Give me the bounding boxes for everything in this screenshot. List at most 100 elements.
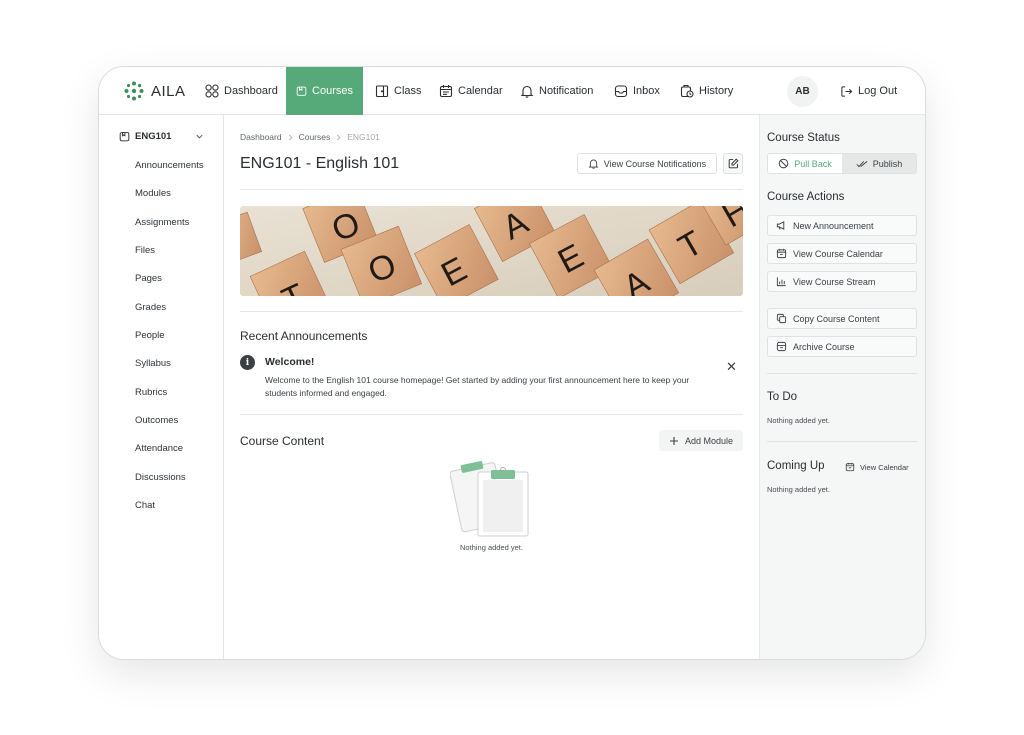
action-label: View Course Calendar xyxy=(793,248,883,259)
empty-state-text: Nothing added yet. xyxy=(460,543,523,552)
sidebar-item-outcomes[interactable]: Outcomes xyxy=(135,415,178,426)
breadcrumb-dashboard[interactable]: Dashboard xyxy=(240,132,282,142)
view-notifications-label: View Course Notifications xyxy=(603,158,707,169)
breadcrumb: Dashboard Courses ENG101 xyxy=(240,132,380,142)
pull-back-button[interactable]: Pull Back xyxy=(768,154,842,173)
close-icon[interactable]: ✕ xyxy=(726,359,737,375)
sidebar-item-announcements[interactable]: Announcements xyxy=(135,160,204,171)
course-status-heading: Course Status xyxy=(767,132,840,144)
announcement-body: Welcome to the English 101 course homepa… xyxy=(265,375,690,398)
bell-icon xyxy=(520,85,534,98)
view-calendar-label: View Calendar xyxy=(860,462,909,472)
course-sidebar: ENG101 Announcements Modules Assignments… xyxy=(99,115,224,659)
view-course-stream-button[interactable]: View Course Stream xyxy=(767,271,917,292)
course-selector[interactable]: ENG101 xyxy=(119,131,204,142)
bell-icon xyxy=(588,159,599,169)
course-banner-image: O O E A E A T H T xyxy=(240,206,743,296)
nav-courses[interactable]: Courses xyxy=(286,67,363,115)
view-course-notifications-button[interactable]: View Course Notifications xyxy=(577,153,717,174)
view-calendar-link[interactable]: View Calendar xyxy=(845,462,909,472)
class-door-icon xyxy=(375,85,389,98)
divider xyxy=(240,311,743,312)
sidebar-item-attendance[interactable]: Attendance xyxy=(135,443,183,454)
edit-pencil-icon xyxy=(728,158,738,169)
edit-course-button[interactable] xyxy=(723,153,743,174)
action-label: Copy Course Content xyxy=(793,313,880,324)
nav-label: Notification xyxy=(539,85,594,97)
publish-button[interactable]: Publish xyxy=(842,154,916,173)
copy-icon xyxy=(776,313,787,324)
copy-course-content-button[interactable]: Copy Course Content xyxy=(767,308,917,329)
calendar-icon xyxy=(776,248,787,259)
course-status-toggle: Pull Back Publish xyxy=(767,153,917,174)
empty-clipboard-icon xyxy=(450,461,529,537)
inbox-tray-icon xyxy=(614,85,628,98)
sidebar-item-chat[interactable]: Chat xyxy=(135,500,155,511)
ban-icon xyxy=(778,158,789,169)
nav-label: Class xyxy=(394,85,422,97)
announcement-title[interactable]: Welcome! xyxy=(265,356,314,368)
course-book-icon xyxy=(119,132,130,142)
new-announcement-button[interactable]: New Announcement xyxy=(767,215,917,236)
grid-circles-icon xyxy=(205,84,219,98)
aila-logo-icon xyxy=(124,81,144,101)
nav-calendar[interactable]: Calendar xyxy=(439,67,503,115)
plus-icon xyxy=(669,436,678,445)
nav-label: Dashboard xyxy=(224,85,278,97)
chevron-right-icon xyxy=(288,134,293,140)
archive-course-button[interactable]: Archive Course xyxy=(767,336,917,357)
archive-icon xyxy=(776,341,787,352)
logout-button[interactable]: Log Out xyxy=(840,67,897,115)
nav-history[interactable]: History xyxy=(680,67,733,115)
view-course-calendar-button[interactable]: View Course Calendar xyxy=(767,243,917,264)
pull-back-label: Pull Back xyxy=(794,158,832,169)
divider xyxy=(767,373,917,374)
sidebar-item-discussions[interactable]: Discussions xyxy=(135,472,186,483)
nav-label: Courses xyxy=(312,85,353,97)
nav-label: Calendar xyxy=(458,85,503,97)
add-module-label: Add Module xyxy=(684,435,734,446)
calendar-icon xyxy=(439,85,453,98)
sidebar-item-files[interactable]: Files xyxy=(135,245,155,256)
add-module-button[interactable]: Add Module xyxy=(659,430,743,451)
nav-class[interactable]: Class xyxy=(375,67,422,115)
info-icon: i xyxy=(240,355,255,370)
divider xyxy=(240,189,743,190)
megaphone-icon xyxy=(776,221,785,230)
sidebar-item-people[interactable]: People xyxy=(135,330,165,341)
breadcrumb-current: ENG101 xyxy=(347,132,380,142)
breadcrumb-courses[interactable]: Courses xyxy=(299,132,331,142)
sidebar-item-modules[interactable]: Modules xyxy=(135,188,171,199)
coming-up-empty-text: Nothing added yet. xyxy=(767,485,830,494)
bar-chart-icon xyxy=(776,277,786,287)
logout-icon xyxy=(841,85,853,97)
main-content: Dashboard Courses ENG101 ENG101 - Englis… xyxy=(224,115,759,659)
calendar-icon xyxy=(845,462,855,472)
nav-notification[interactable]: Notification xyxy=(520,67,593,115)
action-label: New Announcement xyxy=(793,220,874,231)
app-logo[interactable]: AILA xyxy=(123,80,186,102)
publish-label: Publish xyxy=(872,158,903,169)
user-avatar[interactable]: AB xyxy=(787,76,818,107)
course-actions-heading: Course Actions xyxy=(767,191,845,203)
chevron-right-icon xyxy=(337,134,341,140)
divider xyxy=(240,414,743,415)
sidebar-item-assignments[interactable]: Assignments xyxy=(135,217,189,228)
app-frame: AILA Dashboard Courses Class Calendar No… xyxy=(98,66,926,660)
nav-dashboard[interactable]: Dashboard xyxy=(205,67,278,115)
sidebar-item-rubrics[interactable]: Rubrics xyxy=(135,387,167,398)
nav-inbox[interactable]: Inbox xyxy=(614,67,660,115)
sidebar-item-grades[interactable]: Grades xyxy=(135,302,166,313)
todo-empty-text: Nothing added yet. xyxy=(767,416,830,425)
divider xyxy=(767,441,917,442)
sidebar-item-syllabus[interactable]: Syllabus xyxy=(135,358,171,369)
recent-announcements-heading: Recent Announcements xyxy=(240,329,368,343)
course-book-icon xyxy=(296,86,307,96)
logout-label: Log Out xyxy=(858,85,898,97)
top-navbar: AILA Dashboard Courses Class Calendar No… xyxy=(99,67,925,115)
sidebar-item-pages[interactable]: Pages xyxy=(135,273,162,284)
todo-heading: To Do xyxy=(767,391,798,403)
course-code: ENG101 xyxy=(135,131,172,142)
nav-label: Inbox xyxy=(633,85,660,97)
scrabble-tiles-image: O O E A E A T H T xyxy=(240,206,743,296)
